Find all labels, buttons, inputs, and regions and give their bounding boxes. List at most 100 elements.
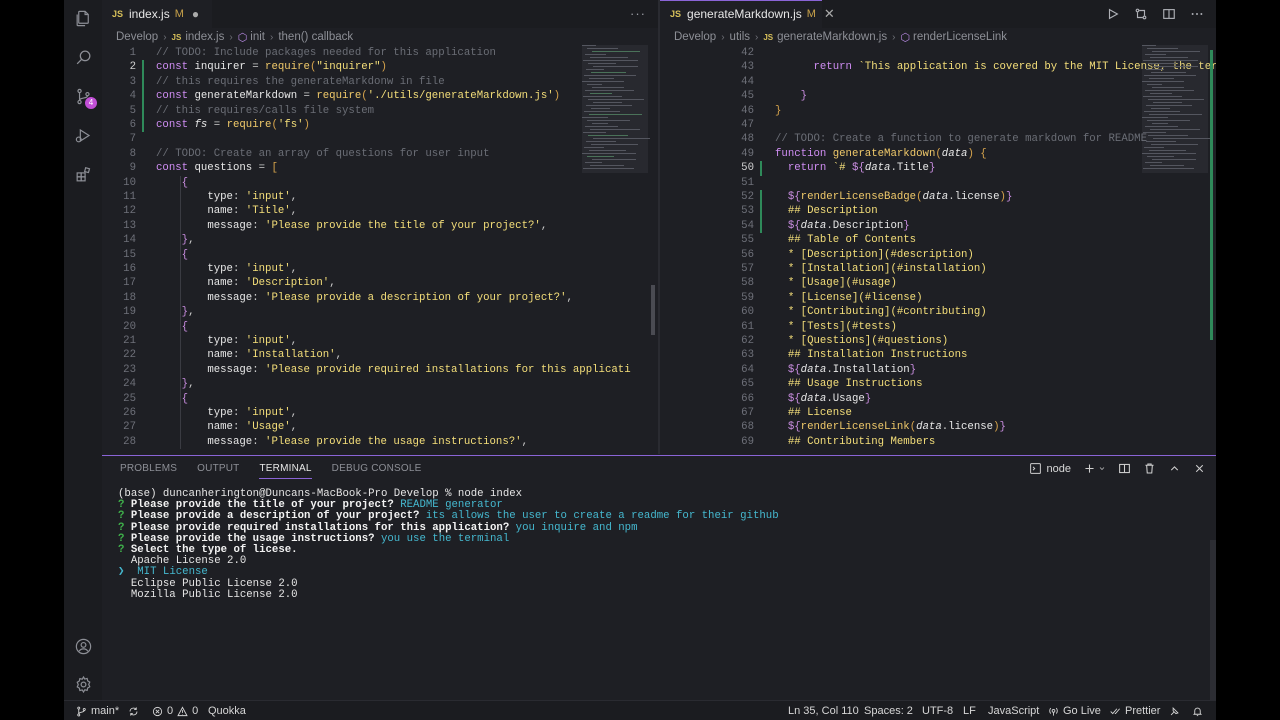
code-line[interactable]: ${renderLicenseLink(data.license)} — [775, 420, 1006, 434]
code-line[interactable]: // TODO: Include packages needed for thi… — [156, 46, 496, 60]
tab-debug-console[interactable]: DEBUG CONSOLE — [332, 463, 422, 479]
quokka-status[interactable]: Quokka — [208, 701, 246, 720]
code-line[interactable]: name: 'Title', — [156, 204, 297, 218]
code-line[interactable]: }, — [156, 305, 195, 319]
terminal-output[interactable]: (base) duncanherington@Duncans-MacBook-P… — [118, 488, 1216, 700]
close-panel-icon[interactable] — [1193, 462, 1206, 475]
code-line[interactable]: } — [775, 89, 807, 103]
more-actions-icon[interactable] — [1190, 7, 1204, 21]
source-control-icon[interactable]: 4 — [73, 86, 97, 109]
end-of-line[interactable]: LF — [963, 701, 976, 720]
terminal-selector[interactable]: node — [1029, 462, 1071, 475]
split-terminal-icon[interactable] — [1118, 462, 1131, 475]
search-icon[interactable] — [73, 47, 93, 67]
minimap-left[interactable] — [582, 45, 650, 175]
code-line[interactable]: ## Table of Contents — [775, 233, 916, 247]
code-line[interactable]: name: 'Usage', — [156, 420, 297, 434]
code-line[interactable]: * [License](#license) — [775, 291, 923, 305]
code-line[interactable]: type: 'input', — [156, 190, 297, 204]
breadcrumb-item[interactable]: init — [250, 31, 265, 43]
sync-icon[interactable] — [128, 701, 139, 720]
code-line[interactable]: type: 'input', — [156, 406, 297, 420]
code-line[interactable]: ${data.Description} — [775, 219, 910, 233]
code-line[interactable]: const questions = [ — [156, 161, 278, 175]
trash-icon[interactable] — [1143, 462, 1156, 475]
code-line[interactable]: ${renderLicenseBadge(data.license)} — [775, 190, 1013, 204]
code-line[interactable]: ## Contributing Members — [775, 435, 936, 449]
settings-gear-icon[interactable] — [73, 674, 93, 694]
code-line[interactable]: message: 'Please provide a description o… — [156, 291, 573, 305]
code-line[interactable]: name: 'Installation', — [156, 348, 342, 362]
tab-terminal[interactable]: TERMINAL — [259, 463, 312, 479]
code-line[interactable]: }, — [156, 233, 195, 247]
code-line[interactable]: message: 'Please provide required instal… — [156, 363, 630, 377]
code-line[interactable]: // this requires/calls file system — [156, 104, 374, 118]
terminal-scrollbar[interactable] — [1210, 540, 1216, 700]
split-editor-icon[interactable] — [1162, 7, 1176, 21]
code-line[interactable]: * [Usage](#usage) — [775, 276, 897, 290]
chevron-up-icon[interactable] — [1168, 462, 1181, 475]
code-line[interactable]: type: 'input', — [156, 262, 297, 276]
breadcrumb-item[interactable]: Develop — [674, 31, 716, 43]
add-terminal-icon[interactable] — [1083, 462, 1096, 475]
chevron-down-icon[interactable] — [1098, 462, 1106, 475]
tab-index-js[interactable]: JS index.js M ● — [102, 0, 212, 28]
code-line[interactable]: { — [156, 320, 188, 334]
code-line[interactable]: name: 'Description', — [156, 276, 335, 290]
code-line[interactable]: const inquirer = require("inquirer") — [156, 60, 387, 74]
tab-problems[interactable]: PROBLEMS — [120, 463, 177, 479]
code-line[interactable]: message: 'Please provide the title of yo… — [156, 219, 547, 233]
problems-indicator[interactable]: 0 0 — [152, 701, 198, 720]
code-line[interactable]: { — [156, 392, 188, 406]
code-line[interactable]: { — [156, 248, 188, 262]
run-icon[interactable] — [1106, 7, 1120, 21]
extensions-icon[interactable] — [73, 164, 93, 184]
account-icon[interactable] — [73, 636, 93, 656]
code-line[interactable]: } — [775, 104, 781, 118]
breadcrumb-item[interactable]: generateMarkdown.js — [777, 31, 887, 43]
code-line[interactable]: ## Description — [775, 204, 878, 218]
more-actions-icon[interactable]: ··· — [630, 6, 646, 21]
code-line[interactable]: ${data.Installation} — [775, 363, 916, 377]
code-line[interactable]: ## Usage Instructions — [775, 377, 923, 391]
breadcrumb-item[interactable]: renderLicenseLink — [913, 31, 1007, 43]
language-mode[interactable]: JavaScript — [988, 701, 1039, 720]
code-line[interactable]: }, — [156, 377, 195, 391]
prettier-status[interactable]: Prettier — [1110, 701, 1160, 720]
explorer-icon[interactable] — [73, 8, 93, 28]
code-line[interactable]: // TODO: Create an array of questions fo… — [156, 147, 490, 161]
breadcrumb-item[interactable]: index.js — [185, 31, 224, 43]
code-line[interactable]: // TODO: Create a function to generate m… — [775, 132, 1147, 146]
code-area-right[interactable]: 42 43 return `This application is covered… — [660, 45, 1216, 454]
code-line[interactable]: * [Description](#description) — [775, 248, 974, 262]
tab-generatemarkdown-js[interactable]: JS generateMarkdown.js M ✕ — [660, 0, 835, 28]
scrollbar-left[interactable] — [651, 285, 655, 335]
code-area-left[interactable]: 1 // TODO: Include packages needed for th… — [102, 45, 658, 454]
code-line[interactable]: { — [156, 176, 188, 190]
minimap-right[interactable] — [1142, 45, 1210, 175]
go-live-button[interactable]: Go Live — [1048, 701, 1101, 720]
close-icon[interactable]: ● — [192, 7, 199, 21]
code-line[interactable]: * [Tests](#tests) — [775, 320, 897, 334]
tab-output[interactable]: OUTPUT — [197, 463, 239, 479]
encoding[interactable]: UTF-8 — [922, 701, 953, 720]
cursor-position[interactable]: Ln 35, Col 110 — [788, 701, 859, 720]
breadcrumb-item[interactable]: Develop — [116, 31, 158, 43]
code-line[interactable]: ## Installation Instructions — [775, 348, 968, 362]
scrollbar-right[interactable] — [1210, 50, 1213, 340]
branch-indicator[interactable]: main* — [76, 701, 119, 720]
code-line[interactable]: // this requires the generateMarkdonw in… — [156, 75, 445, 89]
code-line[interactable]: type: 'input', — [156, 334, 297, 348]
feedback-icon[interactable] — [1169, 701, 1180, 720]
run-debug-icon[interactable] — [73, 125, 93, 145]
compare-icon[interactable] — [1134, 7, 1148, 21]
code-line[interactable]: ${data.Usage} — [775, 392, 871, 406]
code-line[interactable]: * [Questions](#questions) — [775, 334, 948, 348]
breadcrumb-item[interactable]: then() callback — [278, 31, 353, 43]
notifications-bell-icon[interactable] — [1192, 701, 1203, 720]
code-line[interactable]: const generateMarkdown = require('./util… — [156, 89, 560, 103]
code-line[interactable]: message: 'Please provide the usage instr… — [156, 435, 528, 449]
code-line[interactable]: const fs = require('fs') — [156, 118, 310, 132]
code-line[interactable]: function generateMarkdown(data) { — [775, 147, 987, 161]
code-line[interactable]: ## License — [775, 406, 852, 420]
